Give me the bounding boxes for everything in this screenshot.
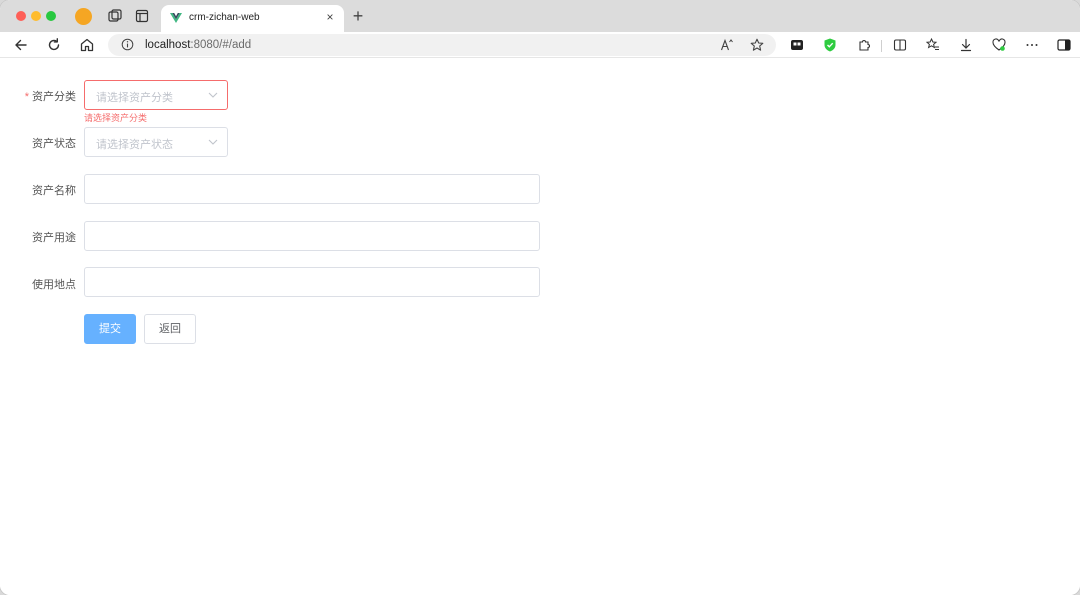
name-label: 资产名称 [32, 185, 76, 197]
page-content: * 资产分类 请选择资产分类 请选择资产分类 资产状态 请选择资产状态 资产名称 … [0, 58, 1080, 595]
address-bar[interactable]: localhost:8080/#/add [108, 34, 776, 56]
home-icon[interactable] [78, 36, 96, 54]
back-button[interactable]: 返回 [144, 314, 196, 344]
tab-bar: crm-zichan-web × + [0, 0, 1080, 32]
read-aloud-icon[interactable] [720, 38, 734, 52]
vue-logo-icon [170, 13, 182, 23]
name-input[interactable] [84, 174, 540, 204]
category-error-message: 请选择资产分类 [84, 113, 148, 123]
chevron-down-icon [208, 139, 218, 145]
more-options-icon[interactable] [1024, 37, 1040, 53]
usage-label: 资产用途 [32, 232, 76, 244]
url-text: localhost:8080/#/add [145, 39, 251, 51]
sidebar-toggle-icon[interactable] [1056, 37, 1072, 53]
location-label: 使用地点 [32, 279, 76, 291]
toolbar-divider [881, 40, 882, 52]
workspaces-icon[interactable] [107, 8, 123, 24]
performance-icon[interactable] [991, 37, 1007, 53]
new-tab-button[interactable]: + [349, 6, 367, 26]
category-select[interactable]: 请选择资产分类 [84, 80, 228, 110]
submit-button[interactable]: 提交 [84, 314, 136, 344]
category-label-text: 资产分类 [32, 91, 76, 103]
required-asterisk: * [24, 91, 29, 103]
profile-avatar-icon[interactable] [75, 8, 92, 25]
url-path: :8080/#/add [190, 39, 252, 51]
tab-actions-icon[interactable] [134, 8, 150, 24]
favorites-icon[interactable] [925, 37, 941, 53]
maximize-window-button[interactable] [46, 11, 56, 21]
status-label: 资产状态 [32, 138, 76, 150]
category-label: * 资产分类 [0, 88, 76, 104]
puzzle-extensions-icon[interactable] [856, 37, 872, 53]
url-host: localhost [145, 39, 191, 51]
back-arrow-icon[interactable] [12, 36, 30, 54]
reload-icon[interactable] [45, 36, 63, 54]
status-select-placeholder: 请选择资产状态 [96, 139, 173, 151]
close-window-button[interactable] [16, 11, 26, 21]
location-input[interactable] [84, 267, 540, 297]
favorite-star-icon[interactable] [750, 38, 764, 52]
downloads-icon[interactable] [958, 37, 974, 53]
tab-active[interactable]: crm-zichan-web × [161, 5, 344, 32]
status-select[interactable]: 请选择资产状态 [84, 127, 228, 157]
browser-window: crm-zichan-web × + localhost:8080/#/add [0, 0, 1080, 595]
extension-icon[interactable] [789, 37, 805, 53]
chevron-down-icon [208, 92, 218, 98]
minimize-window-button[interactable] [31, 11, 41, 21]
category-select-placeholder: 请选择资产分类 [96, 92, 173, 104]
address-toolbar: localhost:8080/#/add [0, 32, 1080, 58]
site-info-icon[interactable] [121, 38, 134, 51]
tab-title: crm-zichan-web [189, 12, 260, 23]
usage-input[interactable] [84, 221, 540, 251]
split-screen-icon[interactable] [892, 37, 908, 53]
shield-icon[interactable] [822, 37, 838, 53]
tab-close-icon[interactable]: × [324, 10, 336, 24]
